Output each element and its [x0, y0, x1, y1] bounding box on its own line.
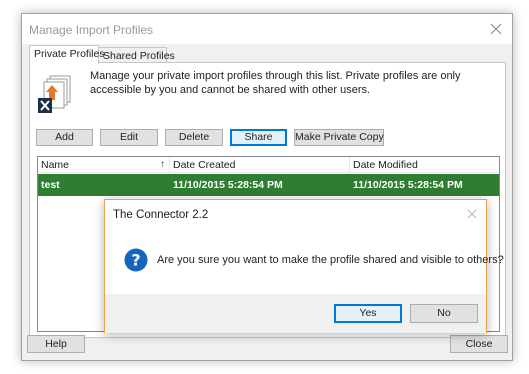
tab-label: Private Profiles	[34, 48, 105, 60]
sort-ascending-icon: ↑	[160, 159, 165, 170]
close-icon	[490, 23, 502, 35]
yes-button[interactable]: Yes	[334, 304, 402, 323]
help-button[interactable]: Help	[27, 335, 85, 353]
confirm-dialog: The Connector 2.2 ? Are you sure you wan…	[104, 199, 504, 333]
dialog-message: Are you sure you want to make the profil…	[157, 254, 504, 266]
info-text: Manage your private import profiles thro…	[90, 70, 461, 96]
share-button[interactable]: Share	[230, 129, 287, 146]
cell-name: test	[41, 179, 60, 191]
list-header: Name ↑ Date Created Date Modified	[38, 157, 499, 173]
add-button[interactable]: Add	[36, 129, 93, 146]
no-button[interactable]: No	[410, 304, 478, 323]
column-divider[interactable]	[169, 157, 170, 173]
question-icon: ?	[124, 248, 148, 272]
tab-label: Shared Profiles	[103, 50, 175, 62]
column-header-date-created[interactable]: Date Created	[173, 159, 235, 171]
window-close-button[interactable]	[484, 17, 508, 41]
edit-button[interactable]: Edit	[100, 129, 158, 146]
column-header-name[interactable]: Name	[41, 159, 69, 171]
delete-button[interactable]: Delete	[165, 129, 223, 146]
column-header-date-modified[interactable]: Date Modified	[353, 159, 418, 171]
column-divider[interactable]	[349, 157, 350, 173]
dialog-footer: Yes No	[105, 294, 486, 333]
close-button[interactable]: Close	[450, 335, 508, 353]
svg-text:?: ?	[131, 251, 140, 270]
make-private-copy-button[interactable]: Make Private Copy	[294, 129, 384, 146]
table-row[interactable]: test 11/10/2015 5:28:54 PM 11/10/2015 5:…	[38, 174, 499, 196]
close-icon	[467, 209, 477, 219]
tab-private-profiles[interactable]: Private Profiles	[29, 45, 105, 64]
window-titlebar: Manage Import Profiles	[22, 14, 512, 44]
window-title: Manage Import Profiles	[29, 23, 154, 37]
dialog-close-button[interactable]	[464, 206, 480, 222]
cell-date-modified: 11/10/2015 5:28:54 PM	[353, 179, 463, 191]
dialog-title: The Connector 2.2	[113, 209, 209, 221]
cell-date-created: 11/10/2015 5:28:54 PM	[173, 179, 283, 191]
profiles-icon	[37, 74, 77, 116]
